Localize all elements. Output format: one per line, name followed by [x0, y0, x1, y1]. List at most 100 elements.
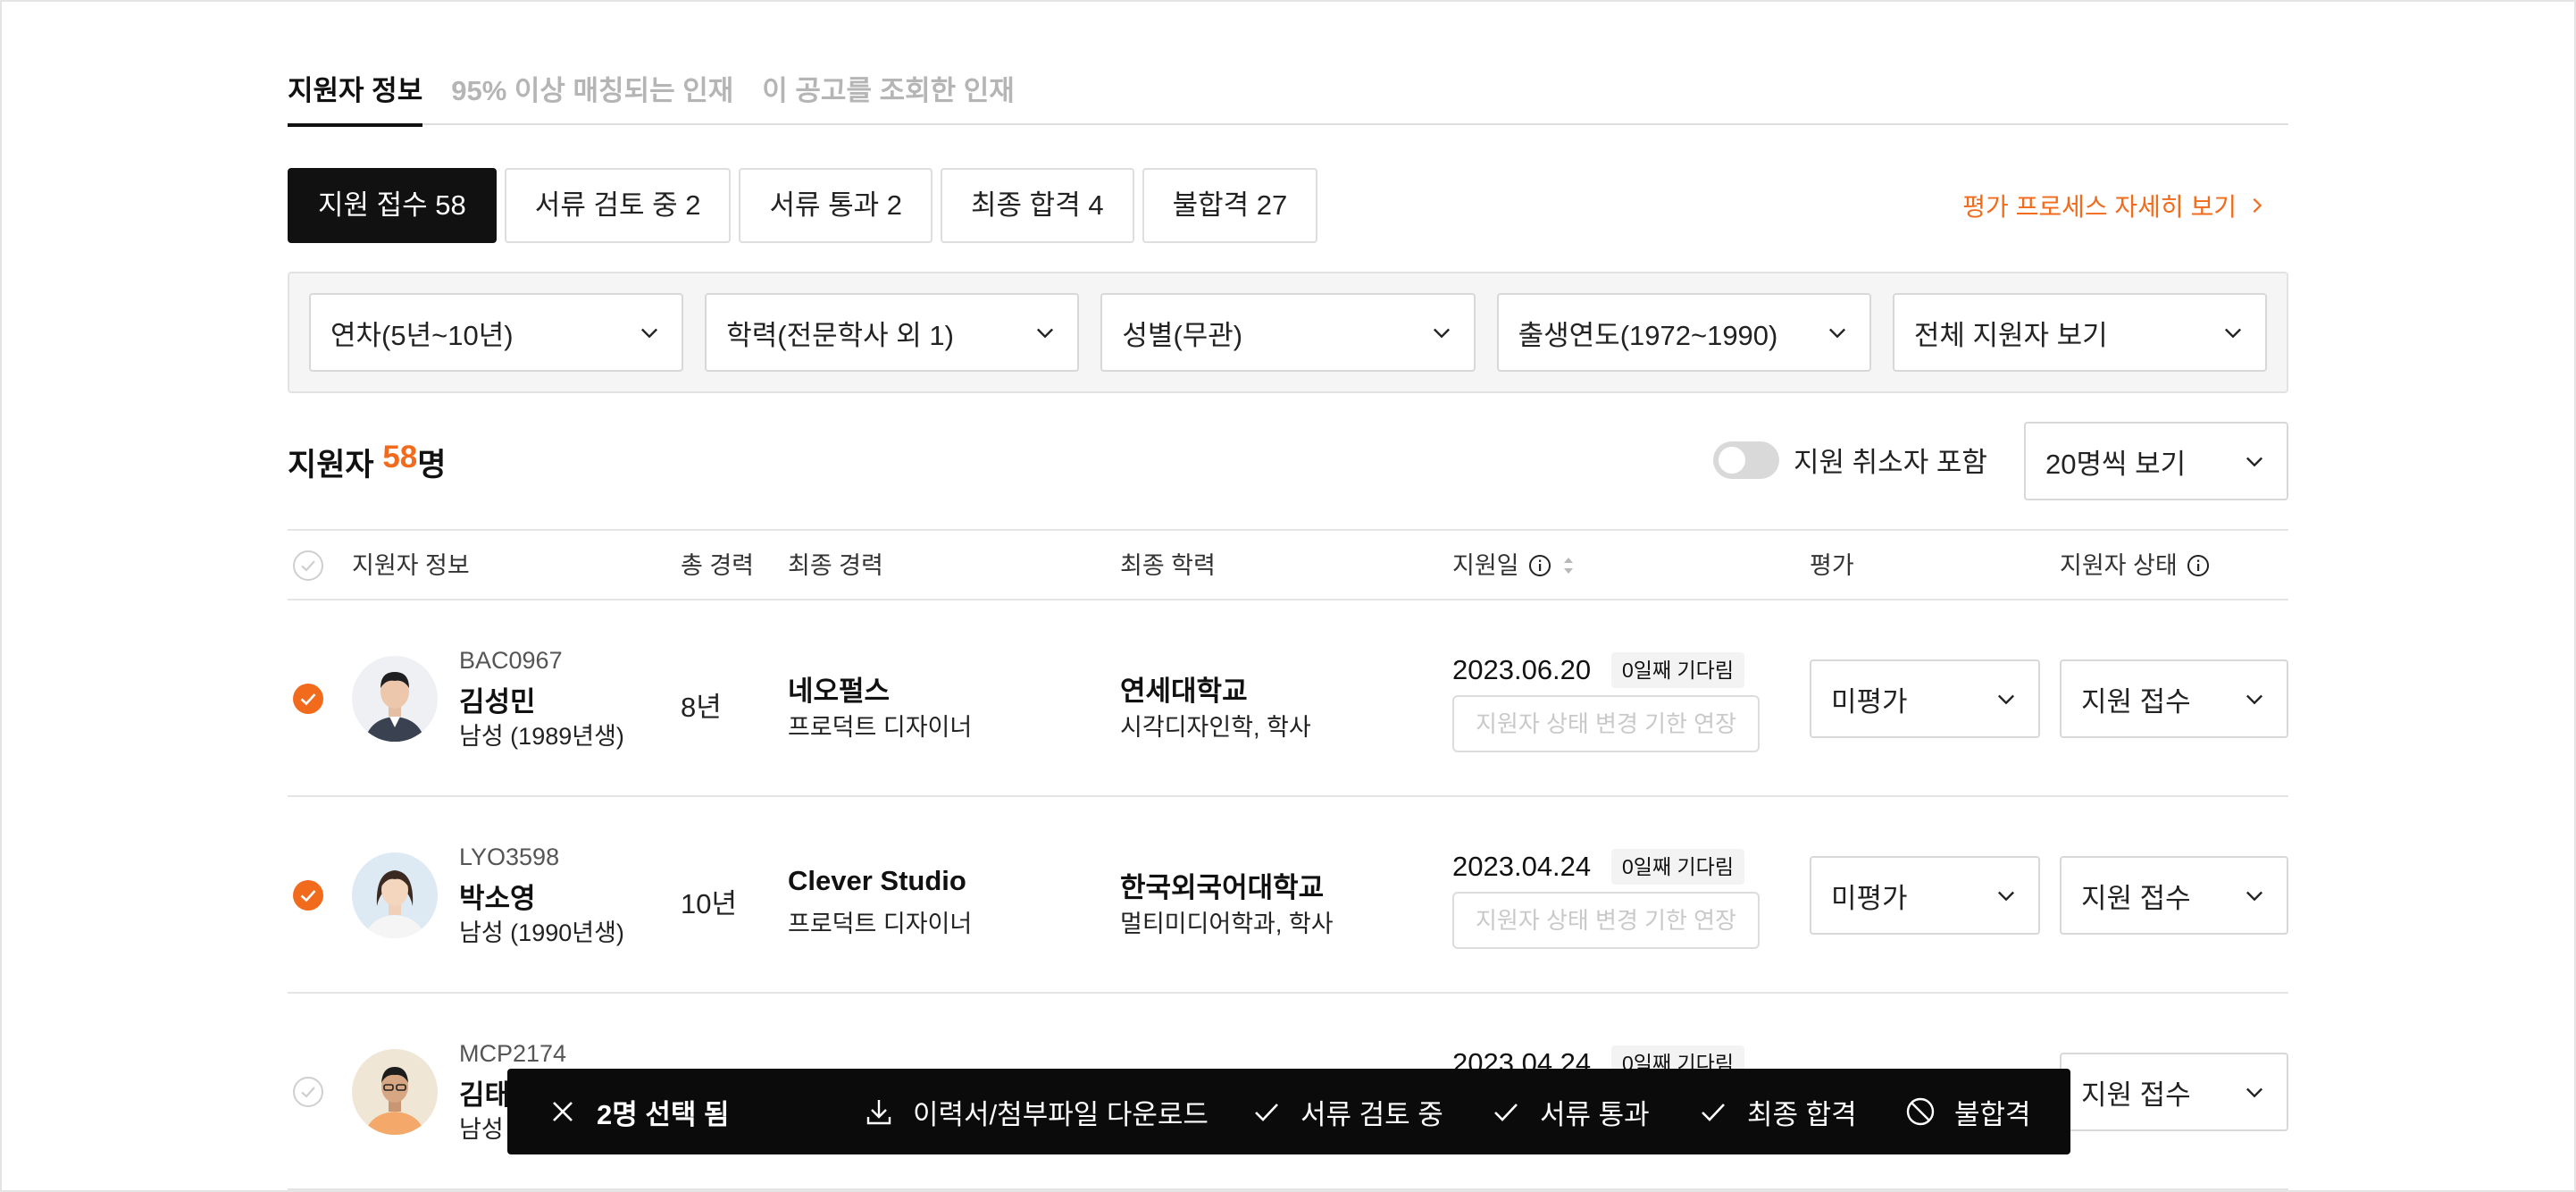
applicant-meta: 남성 (1990년생)	[459, 919, 624, 946]
final-label: 최종 합격	[1747, 1098, 1857, 1130]
tab-viewed-talent[interactable]: 이 공고를 조회한 인재	[762, 70, 1015, 125]
apply-date: 2023.04.24	[1452, 851, 1592, 882]
chip-final[interactable]: 최종 합격 4	[941, 168, 1134, 243]
wait-badge: 0일째 기다림	[1611, 849, 1744, 885]
chip-passed[interactable]: 서류 통과 2	[739, 168, 933, 243]
filter-birth-year[interactable]: 출생연도(1972~1990)	[1496, 293, 1871, 372]
row-checkbox[interactable]	[291, 1075, 325, 1109]
filter-career-years[interactable]: 연차(5년~10년)	[309, 293, 684, 372]
process-link-label: 평가 프로세스 자세히 보기	[1962, 193, 2237, 221]
status-select[interactable]: 지원 접수	[2060, 659, 2288, 738]
chevron-down-icon	[2246, 694, 2262, 705]
tab-applicant-info[interactable]: 지원자 정보	[288, 70, 423, 127]
filter-applicant-scope[interactable]: 전체 지원자 보기	[1892, 293, 2268, 372]
status-select[interactable]: 지원 접수	[2060, 856, 2288, 935]
table-header: 지원자 정보 총 경력 최종 경력 최종 학력 지원일 평가 지원자 상태	[288, 529, 2288, 600]
toggle-label: 지원 취소자 포함	[1794, 447, 1987, 478]
count-suffix: 명	[417, 448, 447, 483]
top-tabs: 지원자 정보 95% 이상 매칭되는 인재 이 공고를 조회한 인재	[288, 70, 2288, 127]
include-cancelled: 지원 취소자 포함	[1713, 440, 1987, 480]
download-label: 이력서/첨부파일 다운로드	[913, 1098, 1209, 1130]
tab-matching-talent[interactable]: 95% 이상 매칭되는 인재	[451, 70, 733, 125]
select-all-checkbox[interactable]	[291, 549, 325, 583]
last-job: 프로덕트 디자이너	[788, 911, 973, 937]
wait-badge: 0일째 기다림	[1611, 652, 1744, 688]
avatar	[352, 852, 438, 938]
applicant-code: BAC0967	[459, 647, 563, 674]
col-last-career: 최종 경력	[788, 552, 883, 579]
school: 연세대학교	[1120, 676, 1248, 707]
col-total-career: 총 경력	[681, 552, 755, 579]
check-icon	[1255, 1104, 1278, 1121]
close-icon	[553, 1102, 573, 1121]
chevron-down-icon	[2246, 891, 2262, 902]
extend-deadline-button[interactable]: 지원자 상태 변경 기한 연장	[1452, 892, 1760, 949]
applicant-name[interactable]: 김성민	[459, 679, 536, 719]
filter-gender[interactable]: 성별(무관)	[1100, 293, 1476, 372]
chevron-down-icon	[1433, 328, 1450, 339]
evaluation-select[interactable]: 미평가	[1810, 856, 2040, 935]
evaluation-select[interactable]: 미평가	[1810, 659, 2040, 738]
passed-label: 서류 통과	[1540, 1098, 1650, 1130]
extend-deadline-button[interactable]: 지원자 상태 변경 기한 연장	[1452, 695, 1760, 752]
total-career: 8년	[681, 692, 722, 723]
col-apply-date-label: 지원일	[1452, 552, 1519, 579]
chevron-down-icon	[2246, 1087, 2262, 1098]
last-job: 프로덕트 디자이너	[788, 714, 973, 741]
last-company: 네오펄스	[788, 676, 891, 707]
download-button[interactable]: 이력서/첨부파일 다운로드	[863, 1069, 1209, 1154]
chevron-down-icon	[1998, 694, 2014, 705]
info-icon[interactable]	[1528, 554, 1551, 577]
applicant-code: LYO3598	[459, 844, 560, 870]
chevron-down-icon	[1828, 328, 1845, 339]
chevron-down-icon	[641, 328, 658, 339]
total-career: 10년	[681, 888, 738, 919]
chip-rejected[interactable]: 불합격 27	[1142, 168, 1318, 243]
row-checkbox-checked[interactable]	[291, 682, 325, 716]
col-apply-date[interactable]: 지원일	[1452, 531, 1577, 600]
chevron-down-icon	[2246, 457, 2262, 467]
info-icon[interactable]	[2187, 554, 2210, 577]
major: 멀티미디어학과, 학사	[1120, 911, 1334, 937]
applicant-code: MCP2174	[459, 1040, 567, 1067]
applicant-name[interactable]: 박소영	[459, 876, 536, 916]
table-row[interactable]: BAC0967 김성민 남성 (1989년생) 8년 네오펄스 프로덕트 디자이…	[288, 600, 2288, 797]
per-page-select[interactable]: 20명씩 보기	[2024, 422, 2288, 500]
process-detail-link[interactable]: 평가 프로세스 자세히 보기	[1962, 188, 2267, 223]
applicant-name[interactable]: 김태	[459, 1072, 510, 1112]
mark-final-button[interactable]: 최종 합격	[1697, 1069, 1857, 1154]
download-icon	[866, 1100, 891, 1125]
count-number: 58	[382, 440, 418, 474]
status-value: 지원 접수	[2081, 882, 2191, 914]
mark-rejected-button[interactable]: 불합격	[1904, 1069, 2031, 1154]
include-cancelled-toggle[interactable]	[1713, 441, 1779, 479]
chevron-right-icon	[2253, 197, 2262, 214]
sort-icon[interactable]	[1560, 552, 1577, 579]
avatar	[352, 1049, 438, 1135]
row-checkbox-checked[interactable]	[291, 878, 325, 912]
chip-received[interactable]: 지원 접수 58	[288, 168, 497, 243]
table-row[interactable]: LYO3598 박소영 남성 (1990년생) 10년 Clever Studi…	[288, 797, 2288, 994]
chevron-down-icon	[2225, 328, 2242, 339]
mark-passed-button[interactable]: 서류 통과	[1490, 1069, 1650, 1154]
check-icon	[1702, 1104, 1725, 1121]
col-applicant-info: 지원자 정보	[352, 552, 470, 579]
status-select[interactable]: 지원 접수	[2060, 1053, 2288, 1131]
status-value: 지원 접수	[2081, 1079, 2191, 1111]
col-status: 지원자 상태	[2060, 531, 2210, 600]
check-icon	[1494, 1104, 1518, 1121]
filter-education[interactable]: 학력(전문학사 외 1)	[705, 293, 1080, 372]
col-evaluation: 평가	[1810, 552, 1854, 579]
ban-icon	[1906, 1097, 1935, 1126]
filter-label: 학력(전문학사 외 1)	[726, 319, 954, 351]
per-page-label: 20명씩 보기	[2045, 448, 2187, 480]
count-prefix: 지원자	[288, 448, 383, 483]
col-education: 최종 학력	[1120, 552, 1216, 579]
applicant-count: 지원자 58 명	[288, 440, 446, 485]
chip-reviewing[interactable]: 서류 검토 중 2	[504, 168, 732, 243]
bulk-action-bar: 2명 선택 됨 이력서/첨부파일 다운로드 서류 검토 중 서류 통과 최종 합…	[507, 1069, 2070, 1154]
mark-reviewing-button[interactable]: 서류 검토 중	[1250, 1069, 1443, 1154]
clear-selection-button[interactable]: 2명 선택 됨	[547, 1069, 730, 1154]
filter-label: 성별(무관)	[1122, 319, 1243, 351]
applicant-meta: 남성 (1989년생)	[459, 723, 624, 750]
